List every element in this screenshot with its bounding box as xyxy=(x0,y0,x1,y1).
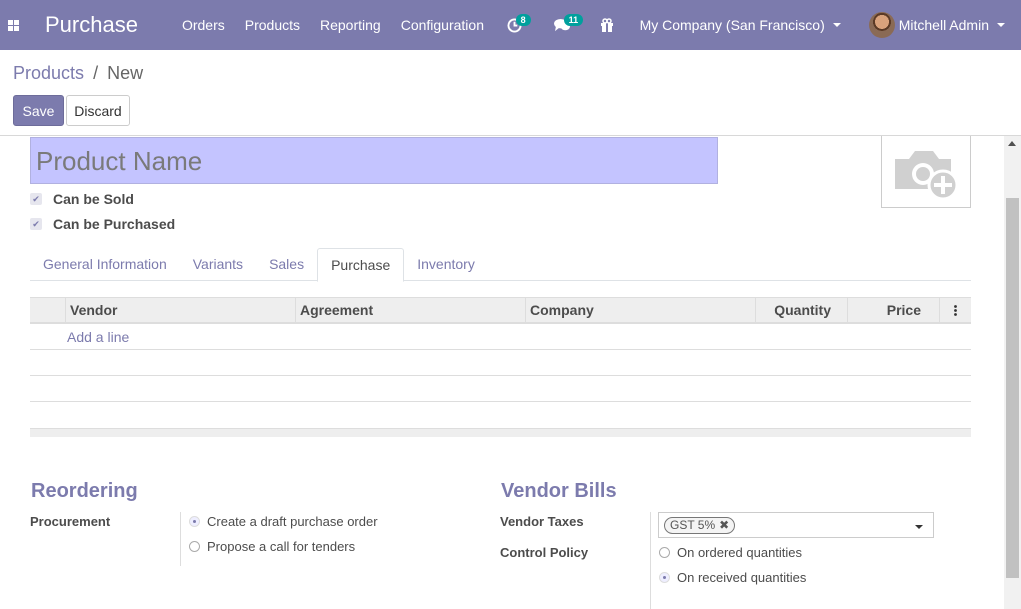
remove-tag-icon[interactable]: ✖ xyxy=(719,518,729,533)
table-row xyxy=(30,376,971,402)
discard-button[interactable]: Discard xyxy=(66,95,130,126)
messages-badge: 11 xyxy=(563,14,584,26)
column-price[interactable]: Price xyxy=(848,298,940,323)
optional-columns-icon[interactable] xyxy=(940,298,971,322)
scroll-thumb[interactable] xyxy=(1006,198,1019,578)
can-be-sold-row: ✔ Can be Sold xyxy=(30,191,134,207)
column-quantity[interactable]: Quantity xyxy=(756,298,848,323)
save-button[interactable]: Save xyxy=(13,95,64,126)
breadcrumb: Products / New xyxy=(13,63,143,84)
gift-icon[interactable] xyxy=(592,0,622,50)
control-option-ordered[interactable]: On ordered quantities xyxy=(659,545,802,560)
can-be-purchased-row: ✔ Can be Purchased xyxy=(30,216,175,232)
menu-configuration[interactable]: Configuration xyxy=(391,17,494,33)
tab-inventory[interactable]: Inventory xyxy=(404,248,488,281)
menu-orders[interactable]: Orders xyxy=(172,17,235,33)
product-image-upload[interactable] xyxy=(881,136,971,208)
can-be-sold-label: Can be Sold xyxy=(53,191,134,207)
control-option-label: On ordered quantities xyxy=(677,545,803,560)
procurement-option-draft-po[interactable]: Create a draft purchase order xyxy=(189,514,378,529)
table-footer xyxy=(30,428,971,437)
tax-tag: GST 5% ✖ xyxy=(664,516,736,534)
vendor-taxes-input[interactable]: GST 5% ✖ xyxy=(658,512,934,538)
user-name: Mitchell Admin xyxy=(898,17,989,33)
activity-clock-icon[interactable]: 8 xyxy=(500,0,531,50)
chevron-down-icon xyxy=(832,23,841,27)
table-row xyxy=(30,402,971,428)
app-name[interactable]: Purchase xyxy=(45,12,138,38)
messages-chat-icon[interactable]: 11 xyxy=(548,0,584,50)
breadcrumb-products[interactable]: Products xyxy=(13,63,84,83)
control-option-received[interactable]: On received quantities xyxy=(659,570,806,585)
vendor-taxes-label: Vendor Taxes xyxy=(500,514,584,529)
main-menu: Orders Products Reporting Configuration xyxy=(172,17,494,33)
breadcrumb-current: New xyxy=(107,63,144,83)
procurement-option-label: Propose a call for tenders xyxy=(207,539,356,554)
radio-selected-icon[interactable] xyxy=(189,516,200,527)
column-vendor[interactable]: Vendor xyxy=(66,298,296,323)
scroll-up-arrow-icon[interactable] xyxy=(1008,141,1016,146)
column-handle xyxy=(30,298,66,323)
control-panel-divider xyxy=(0,135,1021,136)
vendor-pricelist-table: Vendor Agreement Company Quantity Price … xyxy=(30,297,971,437)
field-divider xyxy=(650,512,651,609)
activity-badge: 8 xyxy=(515,14,531,26)
product-name-input[interactable]: Product Name xyxy=(30,137,718,184)
can-be-purchased-label: Can be Purchased xyxy=(53,216,176,232)
company-name: My Company (San Francisco) xyxy=(639,17,825,33)
procurement-label: Procurement xyxy=(30,514,111,529)
avatar xyxy=(868,12,895,38)
vendor-bills-title: Vendor Bills xyxy=(501,480,617,502)
control-option-label: On received quantities xyxy=(677,570,807,585)
add-a-line-link[interactable]: Add a line xyxy=(30,324,971,350)
tab-sales[interactable]: Sales xyxy=(256,248,317,281)
menu-products[interactable]: Products xyxy=(235,17,310,33)
tab-variants[interactable]: Variants xyxy=(180,248,256,281)
tab-general-information[interactable]: General Information xyxy=(30,248,180,281)
radio-unselected-icon[interactable] xyxy=(659,547,670,558)
company-switcher[interactable]: My Company (San Francisco) xyxy=(622,17,855,33)
table-row xyxy=(30,350,971,376)
column-agreement[interactable]: Agreement xyxy=(296,298,526,323)
apps-menu-icon[interactable] xyxy=(0,0,26,50)
procurement-option-call-for-tenders[interactable]: Propose a call for tenders xyxy=(189,539,355,554)
notebook-tabs: General Information Variants Sales Purch… xyxy=(30,248,971,282)
breadcrumb-separator: / xyxy=(93,63,99,83)
procurement-option-label: Create a draft purchase order xyxy=(207,514,378,529)
radio-unselected-icon[interactable] xyxy=(189,541,200,552)
radio-selected-icon[interactable] xyxy=(659,572,670,583)
dropdown-caret-icon[interactable] xyxy=(915,525,923,529)
table-header: Vendor Agreement Company Quantity Price xyxy=(30,297,971,324)
systray: 8 11 My Company (San Francisco) Mitchell… xyxy=(500,0,1021,50)
menu-reporting[interactable]: Reporting xyxy=(310,17,391,33)
chevron-down-icon xyxy=(997,23,1005,27)
reordering-title: Reordering xyxy=(31,480,138,502)
vertical-scrollbar[interactable] xyxy=(1004,136,1021,609)
camera-plus-icon xyxy=(895,150,959,200)
table-row: Add a line xyxy=(30,324,971,350)
can-be-purchased-checkbox[interactable]: ✔ xyxy=(30,218,42,230)
field-divider xyxy=(180,512,181,566)
tab-purchase[interactable]: Purchase xyxy=(317,248,405,282)
column-company[interactable]: Company xyxy=(526,298,756,323)
top-navbar: Purchase Orders Products Reporting Confi… xyxy=(0,0,1021,50)
tax-tag-label: GST 5% xyxy=(670,517,716,532)
can-be-sold-checkbox[interactable]: ✔ xyxy=(30,193,42,205)
control-policy-label: Control Policy xyxy=(500,545,589,560)
user-menu[interactable]: Mitchell Admin xyxy=(855,12,1021,38)
